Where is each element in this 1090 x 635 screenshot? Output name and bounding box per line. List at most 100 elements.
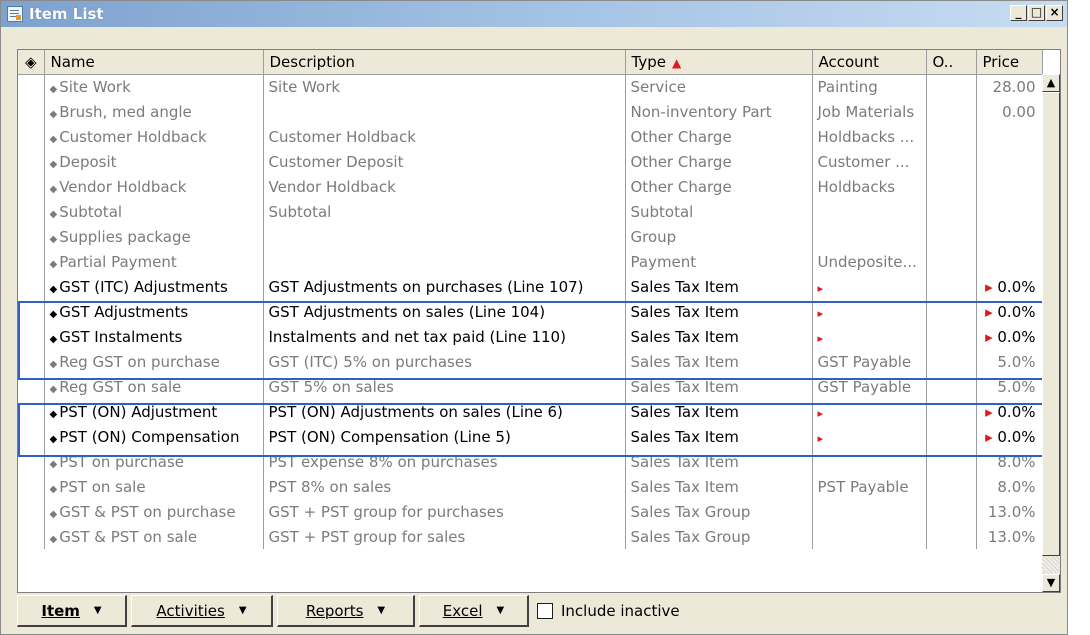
item-diamond-icon: ◆ bbox=[49, 158, 58, 170]
cell-o bbox=[926, 274, 977, 299]
cell-icon bbox=[18, 149, 45, 174]
cell-account: GST Payable bbox=[812, 374, 927, 399]
cell-o bbox=[926, 299, 977, 324]
column-header-price[interactable]: Price bbox=[976, 50, 1043, 75]
cell-account: ▸ bbox=[812, 399, 927, 424]
cell-name: ◆ Brush, med angle bbox=[44, 99, 264, 124]
cell-name: ◆ PST (ON) Adjustment bbox=[44, 399, 264, 424]
activities-menu-button[interactable]: Activities ▼ bbox=[131, 595, 273, 627]
cell-type: Sales Tax Item bbox=[625, 349, 813, 374]
dropdown-arrow-icon: ▼ bbox=[238, 605, 247, 616]
cell-type: Sales Tax Item bbox=[625, 324, 813, 349]
item-diamond-icon: ◆ bbox=[49, 108, 58, 120]
cell-account bbox=[812, 499, 927, 524]
cell-name: ◆ Partial Payment bbox=[44, 249, 264, 274]
reports-menu-button[interactable]: Reports ▼ bbox=[277, 595, 415, 627]
cell-account: Undeposite... bbox=[812, 249, 927, 274]
cell-o bbox=[926, 399, 977, 424]
include-inactive-checkbox[interactable] bbox=[537, 603, 553, 619]
table-row[interactable]: ◆ Partial Payment Payment Undeposite... bbox=[18, 249, 1043, 274]
include-inactive-label[interactable]: Include inactive bbox=[561, 602, 680, 620]
cell-type: Other Charge bbox=[625, 174, 813, 199]
table-row[interactable]: ◆ PST (ON) Adjustment PST (ON) Adjustments… bbox=[18, 399, 1043, 424]
cell-icon bbox=[18, 249, 45, 274]
vertical-scrollbar[interactable]: ▲ ▼ bbox=[1042, 74, 1060, 592]
cell-o bbox=[926, 474, 977, 499]
table-row[interactable]: ◆ Reg GST on purchase GST (ITC) 5% on purc… bbox=[18, 349, 1043, 374]
cell-icon bbox=[18, 349, 45, 374]
cell-price: ▸ 0.0% bbox=[976, 399, 1043, 424]
cell-description: Vendor Holdback bbox=[263, 174, 626, 199]
cell-account: ▸ bbox=[812, 424, 927, 449]
table-row[interactable]: ◆ PST on purchase PST expense 8% on purcha… bbox=[18, 449, 1043, 474]
item-list-grid: ◈ Name Description Type ▲ Account O.. Pri… bbox=[17, 49, 1061, 593]
scroll-down-button[interactable]: ▼ bbox=[1042, 574, 1060, 592]
cell-name: ◆ Customer Holdback bbox=[44, 124, 264, 149]
scroll-up-button[interactable]: ▲ bbox=[1042, 74, 1060, 92]
column-header-account[interactable]: Account bbox=[812, 50, 927, 75]
cell-name: ◆ GST & PST on sale bbox=[44, 524, 264, 549]
cell-account: Customer ... bbox=[812, 149, 927, 174]
cell-account bbox=[812, 449, 927, 474]
cell-price: 0.00 bbox=[976, 99, 1043, 124]
table-row[interactable]: ◆ Vendor Holdback Vendor Holdback Other Cha… bbox=[18, 174, 1043, 199]
cell-description: Instalments and net tax paid (Line 110) bbox=[263, 324, 626, 349]
column-header-name[interactable]: Name bbox=[44, 50, 264, 75]
table-row[interactable]: ◆ GST & PST on sale GST + PST group for sa… bbox=[18, 524, 1043, 549]
bottom-toolbar: Item ▼ Activities ▼ Reports ▼ Excel ▼ Includ… bbox=[17, 594, 680, 628]
item-list-window: Item List _ □ × ◈ Name Description Type … bbox=[0, 0, 1068, 635]
table-row[interactable]: ◆ PST on sale PST 8% on sales Sales Tax Ite… bbox=[18, 474, 1043, 499]
title-bar[interactable]: Item List _ □ × bbox=[1, 1, 1067, 27]
cell-o bbox=[926, 174, 977, 199]
item-diamond-icon: ◆ bbox=[49, 533, 58, 545]
table-row[interactable]: ◆ Deposit Customer Deposit Other Charge Cust… bbox=[18, 149, 1043, 174]
table-row[interactable]: ◆ GST (ITC) Adjustments GST Adjustments on… bbox=[18, 274, 1043, 299]
price-value: 0.0% bbox=[992, 327, 1036, 346]
table-row[interactable]: ◆ GST Adjustments GST Adjustments on sales… bbox=[18, 299, 1043, 324]
cell-price bbox=[976, 224, 1043, 249]
item-rows: ◆ Site Work Site Work Service Painting 28.00 ◆… bbox=[18, 74, 1043, 549]
column-header-icon[interactable]: ◈ bbox=[18, 50, 45, 75]
cell-icon bbox=[18, 124, 45, 149]
price-value: 0.0% bbox=[992, 302, 1036, 321]
table-row[interactable]: ◆ GST Instalments Instalments and net tax … bbox=[18, 324, 1043, 349]
red-triangle-icon: ▸ bbox=[985, 277, 993, 296]
cell-o bbox=[926, 374, 977, 399]
dropdown-arrow-icon: ▼ bbox=[93, 605, 102, 616]
cell-description: GST (ITC) 5% on purchases bbox=[263, 349, 626, 374]
table-row[interactable]: ◆ GST & PST on purchase GST + PST group fo… bbox=[18, 499, 1043, 524]
cell-icon bbox=[18, 299, 45, 324]
cell-type: Other Charge bbox=[625, 149, 813, 174]
dropdown-arrow-icon: ▼ bbox=[377, 605, 386, 616]
cell-description: PST (ON) Compensation (Line 5) bbox=[263, 424, 626, 449]
excel-menu-button[interactable]: Excel ▼ bbox=[419, 595, 529, 627]
cell-name: ◆ GST & PST on purchase bbox=[44, 499, 264, 524]
column-header-type[interactable]: Type ▲ bbox=[625, 50, 813, 75]
cell-price bbox=[976, 124, 1043, 149]
table-row[interactable]: ◆ Subtotal Subtotal Subtotal bbox=[18, 199, 1043, 224]
cell-price bbox=[976, 199, 1043, 224]
table-row[interactable]: ◆ Site Work Site Work Service Painting 28.00 bbox=[18, 74, 1043, 99]
minimize-button[interactable]: _ bbox=[1010, 5, 1027, 21]
cell-price: ▸ 0.0% bbox=[976, 299, 1043, 324]
cell-price: ▸ 0.0% bbox=[976, 324, 1043, 349]
table-row[interactable]: ◆ Customer Holdback Customer Holdback Other… bbox=[18, 124, 1043, 149]
close-button[interactable]: × bbox=[1046, 5, 1063, 21]
cell-name: ◆ Site Work bbox=[44, 74, 264, 99]
table-row[interactable]: ◆ Supplies package Group bbox=[18, 224, 1043, 249]
table-row[interactable]: ◆ PST (ON) Compensation PST (ON) Compensat… bbox=[18, 424, 1043, 449]
cell-o bbox=[926, 74, 977, 99]
maximize-button[interactable]: □ bbox=[1028, 5, 1045, 21]
column-header-description[interactable]: Description bbox=[263, 50, 626, 75]
table-row[interactable]: ◆ Brush, med angle Non-inventory Part Job M… bbox=[18, 99, 1043, 124]
item-menu-button[interactable]: Item ▼ bbox=[17, 595, 127, 627]
scroll-thumb[interactable] bbox=[1042, 92, 1060, 556]
column-header-o[interactable]: O.. bbox=[926, 50, 977, 75]
cell-icon bbox=[18, 274, 45, 299]
item-diamond-icon: ◆ bbox=[49, 133, 58, 145]
cell-price: 28.00 bbox=[976, 74, 1043, 99]
cell-o bbox=[926, 249, 977, 274]
cell-icon bbox=[18, 224, 45, 249]
item-diamond-icon: ◆ bbox=[49, 208, 58, 220]
table-row[interactable]: ◆ Reg GST on sale GST 5% on sales Sales Tax… bbox=[18, 374, 1043, 399]
